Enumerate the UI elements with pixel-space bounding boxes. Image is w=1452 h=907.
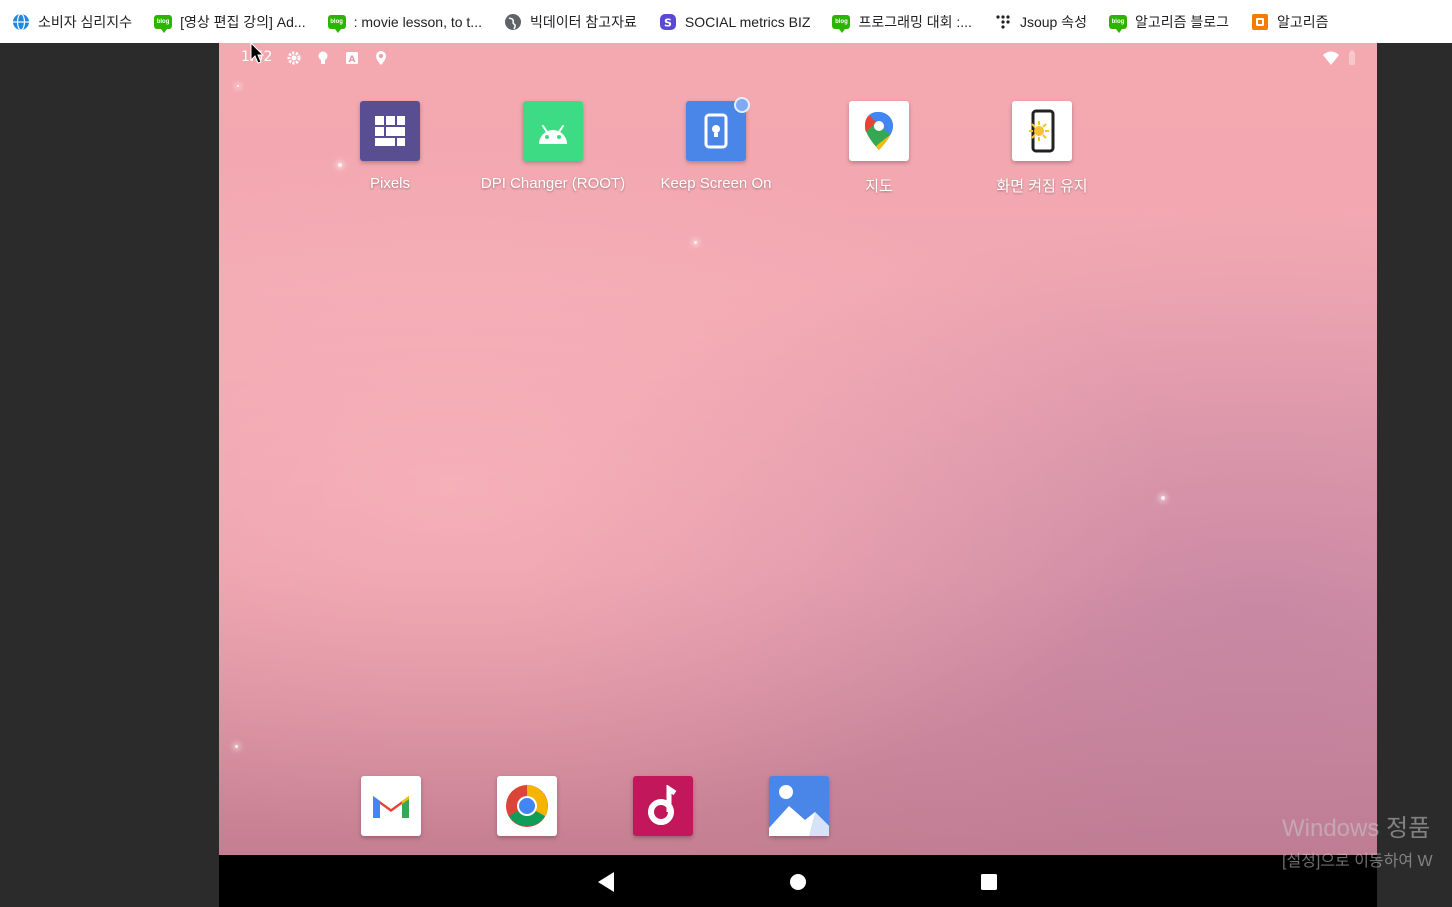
settings-gear-icon (287, 51, 301, 65)
keep-screen-icon (686, 97, 750, 161)
watermark-line-1: Windows 정품 (1282, 815, 1431, 842)
recents-button[interactable] (978, 871, 1000, 893)
bookmark-label: 알고리즘 블로그 (1134, 13, 1230, 30)
svg-text:A: A (349, 55, 356, 65)
app-pixels[interactable]: Pixels (315, 101, 465, 192)
bookmark-8[interactable]: blog 알고리즘 블로그 (1108, 12, 1230, 33)
blogger-icon (1251, 13, 1269, 31)
app-dpi-changer[interactable]: DPI Changer (ROOT) (478, 101, 628, 192)
battery-icon (1349, 50, 1355, 65)
gallery-icon (769, 785, 829, 836)
dock-music[interactable] (633, 776, 693, 836)
windows-activation-watermark: Windows 정품 [설정]으로 이동하여 W (1282, 808, 1433, 871)
watermark-line-2: [설정]으로 이동하여 W (1282, 853, 1433, 870)
bookmark-label: [영상 편집 강의] Ad... (180, 13, 306, 30)
app-label: DPI Changer (ROOT) (480, 175, 626, 192)
blog-icon: blog (327, 13, 346, 33)
phone-sun-icon (1012, 101, 1072, 161)
sparkle (237, 85, 239, 87)
recents-square-icon (981, 874, 997, 890)
music-icon (648, 785, 677, 825)
back-button[interactable] (595, 871, 617, 893)
dock-chrome[interactable] (497, 776, 557, 836)
sparkle (1161, 496, 1165, 500)
bookmark-label: 알고리즘 (1277, 13, 1329, 30)
bookmark-label: : movie lesson, to t... (353, 13, 482, 30)
social-s-icon: S (659, 13, 677, 31)
navigation-bar (219, 855, 1377, 907)
bookmark-4[interactable]: 빅데이터 참고자료 (504, 12, 637, 32)
app-label: 화면 켜짐 유지 (996, 178, 1088, 195)
bookmark-label: Jsoup 속성 (1019, 13, 1087, 30)
bookmark-5[interactable]: S SOCIAL metrics BIZ (659, 13, 811, 31)
status-bar: 1:52 A (219, 43, 1377, 73)
bookmark-9[interactable]: 알고리즘 (1251, 12, 1329, 32)
dots-icon (994, 13, 1012, 31)
blog-icon: blog (1108, 13, 1127, 33)
globe-blue-icon (12, 12, 30, 31)
bookmark-1[interactable]: 소비자 심리지수 (12, 12, 132, 32)
blog-icon: blog (832, 13, 851, 33)
bookmark-6[interactable]: blog 프로그래밍 대회 :... (832, 12, 972, 33)
app-screen-keep-on[interactable]: 화면 켜짐 유지 (967, 101, 1117, 196)
sparkle (694, 241, 697, 244)
blog-icon: blog (154, 13, 173, 33)
wifi-icon (1323, 51, 1339, 65)
location-pin-icon (376, 51, 386, 65)
bookmark-label: 프로그래밍 대회 :... (858, 13, 972, 30)
gmail-icon (373, 796, 409, 818)
grid-icon (360, 101, 420, 161)
bookmark-label: 빅데이터 참고자료 (529, 13, 637, 30)
bookmark-label: SOCIAL metrics BIZ (684, 13, 811, 30)
lightbulb-icon (318, 51, 328, 64)
bookmark-2[interactable]: blog [영상 편집 강의] Ad... (154, 12, 306, 33)
bookmarks-bar: 소비자 심리지수 blog [영상 편집 강의] Ad... blog : mo… (0, 0, 1452, 43)
android-emulator-screen: 1:52 A Pixels DPI Changer (ROOT) Keep Sc… (219, 43, 1377, 907)
app-store-a-icon: A (346, 52, 358, 65)
sparkle (235, 745, 238, 748)
dock-gallery[interactable] (769, 776, 829, 836)
notification-dot (734, 97, 750, 113)
chrome-icon (506, 785, 548, 827)
bookmark-3[interactable]: blog : movie lesson, to t... (327, 13, 482, 33)
app-keep-screen-on[interactable]: Keep Screen On (641, 97, 791, 192)
bookmark-7[interactable]: Jsoup 속성 (994, 12, 1087, 32)
home-circle-icon (790, 874, 806, 890)
svg-text:S: S (664, 16, 672, 29)
app-label: Keep Screen On (660, 175, 772, 192)
app-label: Pixels (369, 175, 410, 192)
home-button[interactable] (787, 871, 809, 893)
globe-gray-icon (504, 13, 522, 31)
android-icon (523, 101, 583, 161)
maps-pin-icon (849, 101, 909, 161)
app-label: 지도 (865, 178, 893, 195)
dock-gmail[interactable] (361, 776, 421, 836)
mouse-cursor-icon (250, 42, 264, 64)
bookmark-label: 소비자 심리지수 (38, 13, 133, 30)
app-maps[interactable]: 지도 (804, 101, 954, 196)
back-triangle-icon (598, 872, 614, 892)
